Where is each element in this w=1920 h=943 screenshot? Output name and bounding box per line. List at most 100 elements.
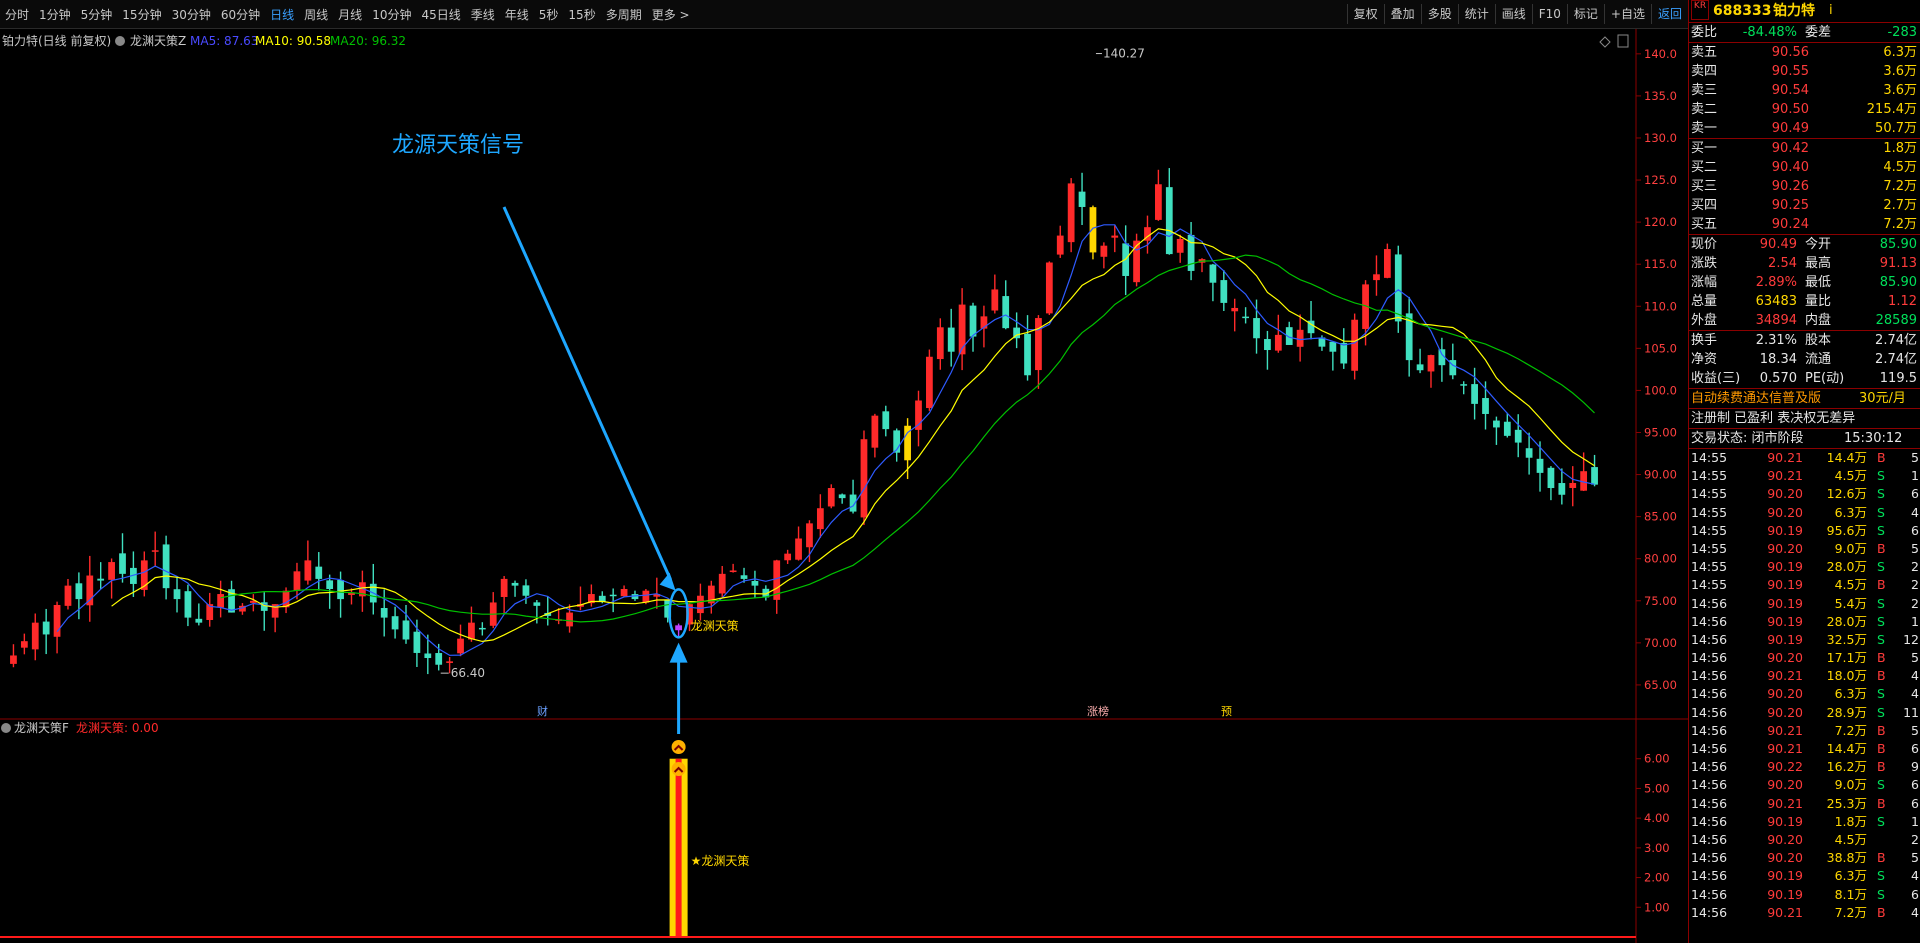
period-tab-3[interactable]: 15分钟 [117, 6, 166, 23]
tick-volume: 8.1万 [1834, 886, 1867, 902]
tick-row: 14:56 90.20 4.5万 2 [1689, 831, 1920, 849]
period-tab-2[interactable]: 5分钟 [76, 6, 118, 23]
tick-direction: B [1877, 668, 1886, 684]
tick-volume: 12.6万 [1826, 486, 1867, 502]
candle-body [151, 550, 159, 552]
tick-time: 14:56 [1691, 668, 1728, 684]
toolbar-button-7[interactable]: +自选 [1603, 4, 1651, 24]
tick-price: 90.21 [1767, 741, 1803, 756]
period-tab-12[interactable]: 年线 [500, 6, 534, 23]
tick-row: 14:55 90.19 4.5万 B 2 [1689, 576, 1920, 594]
period-tab-0[interactable]: 分时 [0, 6, 34, 23]
period-tab-6[interactable]: 日线 [265, 6, 299, 23]
candle-body [315, 566, 323, 579]
toolbar-button-6[interactable]: 标记 [1566, 4, 1604, 24]
tick-volume: 4.5万 [1834, 831, 1867, 847]
toolbar-button-0[interactable]: 复权 [1346, 4, 1384, 24]
bid-row[interactable]: 买四 90.25 2.7万 [1689, 196, 1920, 215]
period-tab-9[interactable]: 10分钟 [367, 6, 416, 23]
ask-row[interactable]: 卖五 90.56 6.3万 [1689, 43, 1920, 62]
tick-price: 90.21 [1767, 795, 1803, 811]
candle-body [1045, 262, 1053, 314]
period-tab-8[interactable]: 月线 [333, 6, 367, 23]
stat-value: 18.34 [1759, 352, 1797, 367]
tick-row: 14:56 90.19 6.3万 S 4 [1689, 867, 1920, 885]
tick-time: 14:56 [1691, 795, 1728, 811]
panel-title: KR 688333 铂力特 i [1689, 0, 1920, 23]
candle-body [337, 580, 344, 600]
tick-volume: 28.0万 [1826, 613, 1867, 629]
candle-body [1002, 296, 1010, 329]
period-tab-11[interactable]: 季线 [466, 6, 500, 23]
ask-row[interactable]: 卖一 90.49 50.7万 [1689, 119, 1920, 138]
candle-body [217, 594, 225, 608]
tick-time: 14:56 [1691, 831, 1728, 847]
ask-row[interactable]: 卖二 90.50 215.4万 [1689, 100, 1920, 119]
kline-chart-svg[interactable]: 铂力特(日线 前复权) 龙渊天策Z MA5: 87.63MA10: 90.58MA2… [0, 29, 1688, 943]
tick-count: 2 [1911, 577, 1919, 593]
stat-label: 内盘 [1805, 313, 1832, 328]
candle-body [1056, 235, 1064, 255]
toolbar-button-3[interactable]: 统计 [1457, 4, 1495, 24]
stat-label: 流通 [1805, 352, 1832, 367]
tick-price: 90.19 [1767, 886, 1803, 902]
period-tab-7[interactable]: 周线 [299, 6, 333, 23]
tick-row: 14:56 90.20 38.8万 B 5 [1689, 849, 1920, 867]
toolbar-button-5[interactable]: F10 [1531, 4, 1567, 24]
toolbar-button-1[interactable]: 叠加 [1383, 4, 1421, 24]
period-tab-15[interactable]: 多周期 [601, 6, 647, 23]
price-tick-label: 115.0 [1644, 257, 1677, 271]
signal-bar-inner [675, 758, 682, 937]
stat-label: 涨幅 [1691, 275, 1718, 290]
candle-body [1067, 183, 1075, 243]
period-tab-14[interactable]: 15秒 [563, 6, 600, 23]
tick-direction: S [1877, 868, 1885, 884]
period-tab-1[interactable]: 1分钟 [34, 6, 76, 23]
stat-label: 净资 [1691, 352, 1718, 367]
candle-body [1253, 318, 1260, 339]
toolbar-button-4[interactable]: 画线 [1494, 4, 1532, 24]
candle-body [75, 583, 83, 600]
toolbar-button-8[interactable]: 返回 [1650, 4, 1688, 24]
candle-body [391, 616, 399, 630]
period-tab-16[interactable]: 更多 > [647, 6, 695, 23]
candle-body [751, 580, 759, 586]
chart-area[interactable]: 铂力特(日线 前复权) 龙渊天策Z MA5: 87.63 MA10: 90.58 MA2… [0, 29, 1688, 943]
period-tab-5[interactable]: 60分钟 [216, 6, 265, 23]
candle-body [1340, 342, 1348, 364]
period-tab-10[interactable]: 45日线 [416, 6, 465, 23]
candle-body [947, 327, 955, 352]
bid-row[interactable]: 买一 90.42 1.8万 [1689, 139, 1920, 158]
tick-price: 90.19 [1767, 631, 1803, 647]
tick-time: 14:55 [1691, 577, 1728, 593]
bid-row[interactable]: 买五 90.24 7.2万 [1689, 215, 1920, 234]
candle-body [119, 553, 126, 574]
ask-row[interactable]: 卖四 90.55 3.6万 [1689, 62, 1920, 81]
tick-volume: 18.0万 [1826, 668, 1867, 684]
tick-direction: S [1877, 468, 1885, 484]
bid-row[interactable]: 买二 90.40 4.5万 [1689, 158, 1920, 177]
ask-row[interactable]: 卖三 90.54 3.6万 [1689, 81, 1920, 100]
tick-time: 14:56 [1691, 704, 1728, 720]
candle-body [413, 631, 421, 653]
bid-row[interactable]: 买三 90.26 7.2万 [1689, 177, 1920, 196]
period-tab-13[interactable]: 5秒 [534, 6, 564, 23]
tick-price: 90.19 [1767, 522, 1803, 538]
tick-count: 6 [1911, 486, 1919, 502]
info-icon[interactable]: i [1829, 0, 1833, 22]
toolbar-button-2[interactable]: 多股 [1420, 4, 1458, 24]
bids-price: 90.42 [1771, 141, 1809, 156]
candle-body [795, 538, 802, 560]
candle-body [816, 508, 824, 530]
tick-count: 6 [1911, 886, 1919, 902]
candle-body [1547, 467, 1555, 489]
tick-row: 14:56 90.21 14.4万 B 6 [1689, 740, 1920, 758]
tick-volume: 7.2万 [1834, 722, 1867, 738]
promo-text[interactable]: 自动续费通达信普及版 [1691, 389, 1821, 408]
candle-body [468, 622, 475, 640]
promo-row[interactable]: 自动续费通达信普及版 30元/月 [1689, 389, 1920, 408]
tick-count: 6 [1911, 795, 1919, 811]
period-tab-4[interactable]: 30分钟 [167, 6, 216, 23]
promo-price[interactable]: 30元/月 [1859, 389, 1906, 408]
tick-direction: S [1877, 813, 1885, 829]
